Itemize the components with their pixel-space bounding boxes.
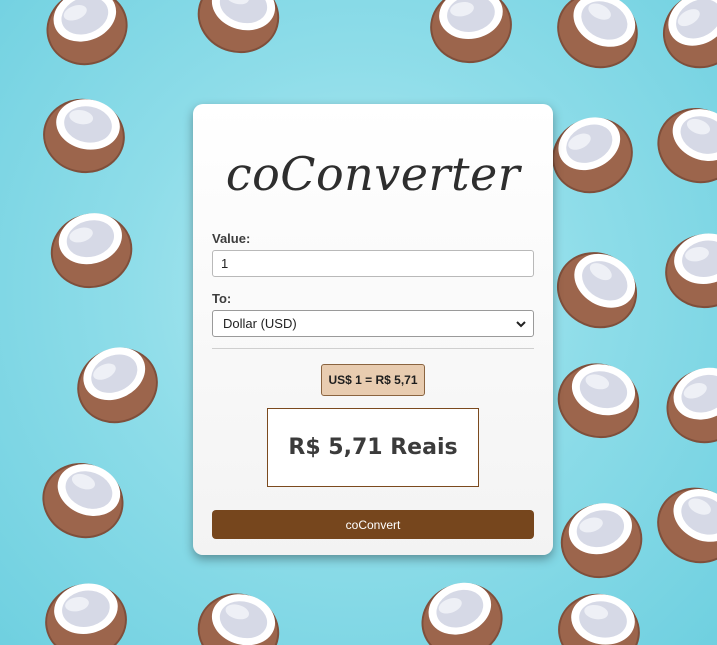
coconut-icon — [37, 91, 131, 180]
app-title: coConverter — [225, 147, 521, 201]
conversion-result: R$ 5,71 Reais — [267, 408, 479, 487]
coconut-icon — [410, 571, 513, 645]
coconut-icon — [189, 0, 288, 62]
convert-button[interactable]: coConvert — [212, 510, 534, 539]
exchange-rate-badge: US$ 1 = R$ 5,71 — [321, 364, 425, 396]
coconut-icon — [539, 103, 646, 206]
coconut-icon — [424, 0, 518, 70]
coconut-icon — [39, 576, 133, 645]
value-input[interactable] — [212, 250, 534, 277]
coconut-icon — [189, 583, 288, 645]
coconut-icon — [549, 353, 648, 447]
currency-select[interactable]: Dollar (USD) — [212, 310, 534, 337]
converter-card: coConverter Value: To: Dollar (USD) US$ … — [193, 104, 553, 555]
coconut-icon — [552, 586, 646, 645]
coconut-icon — [644, 473, 717, 576]
divider — [212, 348, 534, 349]
chevron-down-icon — [516, 320, 526, 327]
to-label: To: — [212, 291, 232, 306]
coconut-icon — [648, 0, 717, 83]
coconut-icon — [543, 237, 652, 343]
coconut-icon — [552, 493, 651, 587]
coconut-icon — [655, 356, 717, 455]
coconut-icon — [32, 451, 135, 550]
coconut-icon — [64, 333, 171, 436]
value-label: Value: — [212, 231, 251, 246]
coconut-icon — [35, 0, 138, 77]
currency-select-value: Dollar (USD) — [223, 316, 297, 331]
coconut-icon — [659, 226, 717, 315]
coconut-icon — [544, 0, 651, 81]
coconut-icon — [42, 203, 141, 297]
coconut-icon — [647, 96, 717, 195]
